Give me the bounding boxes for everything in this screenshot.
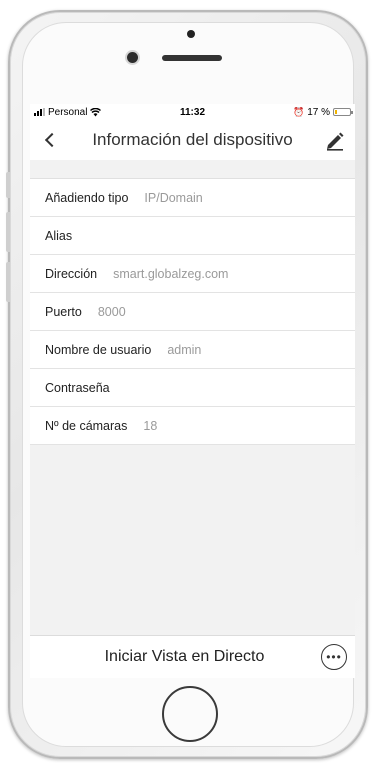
app-screen: Personal 11:32 ⏰ 17 % Información del di…	[30, 104, 355, 678]
form-row[interactable]: Nombre de usuario admin	[30, 331, 355, 369]
volume-up-button	[6, 212, 10, 252]
form-row[interactable]: Contraseña	[30, 369, 355, 407]
field-label: Puerto	[45, 304, 82, 319]
alarm-icon: ⏰	[292, 106, 305, 117]
form-row[interactable]: Puerto 8000	[30, 293, 355, 331]
wifi-icon	[90, 107, 102, 116]
field-label: Alias	[45, 228, 73, 243]
field-value[interactable]: 8000	[98, 305, 126, 319]
status-bar: Personal 11:32 ⏰ 17 %	[30, 104, 355, 120]
battery-level	[335, 110, 337, 114]
more-options-button[interactable]: •••	[321, 644, 347, 670]
earpiece-speaker	[162, 55, 222, 61]
device-info-form: Añadiendo tipo IP/Domain Alias Dirección sma…	[30, 178, 355, 445]
battery-percent: 17 %	[307, 106, 330, 118]
field-label: Nº de cámaras	[45, 418, 128, 433]
navigation-bar: Información del dispositivo	[30, 120, 355, 160]
bottom-bar: Iniciar Vista en Directo •••	[30, 635, 355, 678]
field-value[interactable]: smart.globalzeg.com	[113, 267, 228, 281]
back-button[interactable]	[30, 120, 70, 160]
pencil-icon	[327, 132, 344, 151]
field-label: Contraseña	[45, 380, 110, 395]
edit-button[interactable]	[323, 128, 347, 152]
form-row[interactable]: Dirección smart.globalzeg.com	[30, 255, 355, 293]
volume-down-button	[6, 262, 10, 302]
home-button[interactable]	[162, 686, 218, 742]
signal-icon	[34, 108, 45, 116]
form-row[interactable]: Nº de cámaras 18	[30, 407, 355, 445]
carrier-name: Personal	[48, 106, 88, 118]
field-value[interactable]: admin	[167, 343, 201, 357]
battery-icon	[333, 108, 353, 116]
more-options-icon: •••	[326, 650, 342, 664]
proximity-sensor	[187, 30, 195, 38]
status-right: ⏰ 17 %	[292, 106, 353, 118]
form-row[interactable]: Añadiendo tipo IP/Domain	[30, 179, 355, 217]
field-label: Nombre de usuario	[45, 342, 152, 357]
chevron-left-icon	[44, 132, 60, 148]
mute-switch	[6, 172, 10, 198]
field-value[interactable]: 18	[143, 419, 157, 433]
front-camera	[127, 52, 138, 63]
field-label: Dirección	[45, 266, 98, 281]
form-row[interactable]: Alias	[30, 217, 355, 255]
field-value[interactable]: IP/Domain	[144, 191, 202, 205]
start-live-view-button[interactable]: Iniciar Vista en Directo	[30, 648, 321, 666]
field-label: Añadiendo tipo	[45, 190, 129, 205]
status-left: Personal	[34, 106, 102, 118]
page-title: Información del dispositivo	[92, 130, 293, 149]
